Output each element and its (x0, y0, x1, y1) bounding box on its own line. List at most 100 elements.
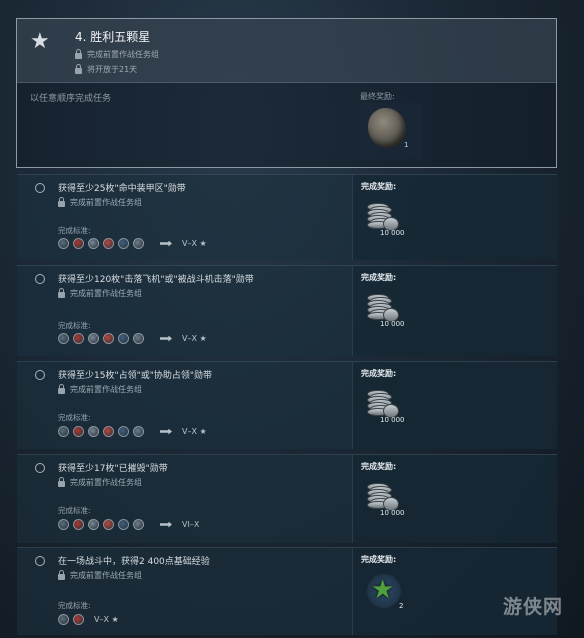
task-reward[interactable]: 完成奖励: 10 000 (352, 266, 557, 356)
lock-icon (58, 196, 65, 207)
reward-value: 10 000 (380, 509, 405, 517)
task-lock: 完成前置作战任务组 (58, 196, 142, 208)
watermark-logo: 游侠网 (503, 596, 564, 618)
nation-flag-icon (133, 426, 144, 437)
nation-flag-icon (73, 519, 84, 530)
nation-flag-icon (58, 519, 69, 530)
ship-type-icon (160, 521, 172, 528)
mission-subtitle: 以任意顺序完成任务 (30, 94, 112, 104)
nation-flag-icon (133, 333, 144, 344)
nation-flag-icon (58, 426, 69, 437)
task-status-circle-icon (35, 274, 45, 284)
task-row[interactable]: 在一场战斗中，获得2 400点基础经验 完成前置作战任务组 完成标准: V–X … (17, 547, 557, 635)
final-reward-label: 最终奖励: (360, 92, 395, 101)
reward-label: 完成奖励: (361, 182, 397, 191)
nation-flag-icon (133, 519, 144, 530)
nation-flag-icon (118, 333, 129, 344)
ship-type-icon (160, 240, 172, 247)
reward-label: 完成奖励: (361, 462, 397, 471)
task-reward[interactable]: 完成奖励: 10 000 (352, 175, 557, 260)
unlock-timer: 将开放于21天 (75, 63, 138, 75)
lock-requirement: 完成前置作战任务组 (75, 48, 159, 60)
green-star-icon: ★ (371, 575, 395, 605)
lock-icon (58, 287, 65, 298)
lock-icon (75, 48, 82, 59)
task-status-circle-icon (35, 463, 45, 473)
task-details: 获得至少25枚"命中装甲区"勋带 完成前置作战任务组 完成标准: V–X ★ (17, 175, 350, 260)
task-row[interactable]: 获得至少25枚"命中装甲区"勋带 完成前置作战任务组 完成标准: V–X ★ 完… (17, 174, 557, 260)
criteria-nations: V–X ★ (58, 426, 207, 437)
task-status-circle-icon (35, 556, 45, 566)
task-lock-text: 完成前置作战任务组 (70, 478, 142, 487)
task-lock: 完成前置作战任务组 (58, 569, 142, 581)
task-lock-text: 完成前置作战任务组 (70, 571, 142, 580)
star-reward-icon: ★ 2 (367, 574, 404, 610)
criteria-nations: V–X ★ (58, 238, 207, 249)
criteria-label: 完成标准: (58, 413, 91, 422)
tier-range: V–X ★ (182, 427, 207, 436)
task-title: 获得至少25枚"命中装甲区"勋带 (58, 184, 186, 194)
task-title: 获得至少120枚"击落飞机"或"被战斗机击落"勋带 (58, 275, 254, 285)
reward-value: 10 000 (380, 416, 405, 424)
task-details: 获得至少17枚"已摧毁"勋带 完成前置作战任务组 完成标准: VI–X (17, 455, 350, 543)
task-row[interactable]: 获得至少15枚"占领"或"协助占领"勋带 完成前置作战任务组 完成标准: V–X… (17, 361, 557, 449)
nation-flag-icon (58, 614, 69, 625)
task-status-circle-icon (35, 183, 45, 193)
tier-range: VI–X (182, 520, 200, 529)
criteria-nations: VI–X (58, 519, 199, 530)
nation-flag-icon (118, 238, 129, 249)
nation-flag-icon (103, 238, 114, 249)
nation-flag-icon (88, 238, 99, 249)
mission-header[interactable]: ★ 4. 胜利五颗星 完成前置作战任务组 将开放于21天 (17, 19, 556, 83)
task-reward[interactable]: 完成奖励: 10 000 (352, 362, 557, 449)
lock-icon (58, 476, 65, 487)
task-details: 在一场战斗中，获得2 400点基础经验 完成前置作战任务组 完成标准: V–X … (17, 548, 350, 635)
task-lock: 完成前置作战任务组 (58, 383, 142, 395)
container-icon (368, 108, 406, 148)
task-reward[interactable]: 完成奖励: 10 000 (352, 455, 557, 543)
reward-value: 10 000 (380, 320, 405, 328)
container-count: 1 (404, 141, 409, 149)
unlock-timer-text: 将开放于21天 (87, 65, 138, 74)
criteria-label: 完成标准: (58, 226, 91, 235)
nation-flag-icon (103, 333, 114, 344)
task-details: 获得至少120枚"击落飞机"或"被战斗机击落"勋带 完成前置作战任务组 完成标准… (17, 266, 350, 356)
nation-flag-icon (73, 426, 84, 437)
task-lock-text: 完成前置作战任务组 (70, 385, 142, 394)
tier-range: V–X ★ (94, 615, 119, 624)
task-status-circle-icon (35, 370, 45, 380)
nation-flag-icon (88, 519, 99, 530)
mission-title: 4. 胜利五颗星 (75, 30, 151, 44)
nation-flag-icon (88, 333, 99, 344)
reward-value: 2 (399, 602, 404, 610)
criteria-label: 完成标准: (58, 506, 91, 515)
lock-requirement-text: 完成前置作战任务组 (87, 50, 159, 59)
criteria-nations: V–X ★ (58, 333, 207, 344)
tier-range: V–X ★ (182, 239, 207, 248)
nation-flag-icon (73, 614, 84, 625)
ship-type-icon (160, 428, 172, 435)
nation-flag-icon (58, 238, 69, 249)
star-icon: ★ (30, 29, 50, 54)
task-title: 获得至少15枚"占领"或"协助占领"勋带 (58, 371, 213, 381)
nation-flag-icon (88, 426, 99, 437)
reward-label: 完成奖励: (361, 273, 397, 282)
ship-type-icon (160, 335, 172, 342)
lock-icon (58, 569, 65, 580)
nation-flag-icon (118, 519, 129, 530)
task-title: 获得至少17枚"已摧毁"勋带 (58, 464, 168, 474)
task-row[interactable]: 获得至少120枚"击落飞机"或"被战斗机击落"勋带 完成前置作战任务组 完成标准… (17, 265, 557, 356)
nation-flag-icon (103, 426, 114, 437)
task-lock: 完成前置作战任务组 (58, 287, 142, 299)
nation-flag-icon (58, 333, 69, 344)
task-title: 在一场战斗中，获得2 400点基础经验 (58, 557, 210, 567)
reward-label: 完成奖励: (361, 369, 397, 378)
criteria-label: 完成标准: (58, 321, 91, 330)
nation-flag-icon (133, 238, 144, 249)
lock-icon (75, 63, 82, 74)
final-reward[interactable]: 1 (360, 103, 422, 159)
tier-range: V–X ★ (182, 334, 207, 343)
reward-value: 10 000 (380, 229, 405, 237)
reward-label: 完成奖励: (361, 555, 397, 564)
task-row[interactable]: 获得至少17枚"已摧毁"勋带 完成前置作战任务组 完成标准: VI–X 完成奖励… (17, 454, 557, 543)
